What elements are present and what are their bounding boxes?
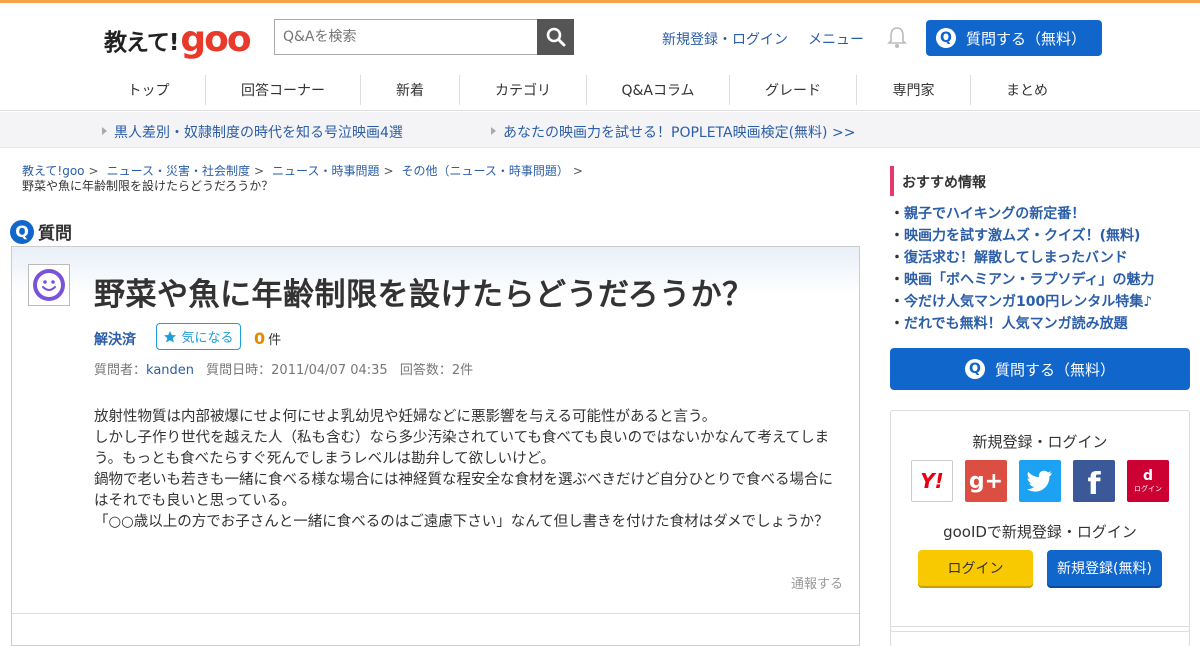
- recommend-item[interactable]: 今だけ人気マンガ100円レンタル特集♪: [890, 291, 1190, 313]
- facebook-login-button[interactable]: f: [1073, 460, 1115, 502]
- docomo-login-button[interactable]: d ログイン: [1127, 460, 1169, 502]
- recommend-item[interactable]: だれでも無料！人気マンガ読み放題: [890, 313, 1190, 335]
- nav-expert[interactable]: 専門家: [857, 75, 971, 105]
- question-title: 野菜や魚に年齢制限を設けたらどうだろうか？: [94, 277, 754, 313]
- yahoo-login-button[interactable]: Y!: [911, 460, 953, 502]
- star-icon: [164, 330, 177, 342]
- question-q-icon: Q: [10, 219, 34, 244]
- question-q-icon: Q: [964, 359, 985, 379]
- gooid-login-text: gooIDで新規登録・ログイン: [943, 523, 1137, 541]
- nav-matome[interactable]: まとめ: [971, 75, 1083, 105]
- question-meta: 質問者：kanden 質問日時：2011/04/07 04:35 回答数：2件: [94, 359, 473, 378]
- recommend-list: 親子でハイキングの新定番！ 映画力を試す激ムズ・クイズ！(無料) 復活求む！解散…: [890, 203, 1190, 335]
- answer-count: 回答数：2件: [399, 363, 474, 378]
- nav-new[interactable]: 新着: [361, 75, 460, 105]
- breadcrumb-separator: >: [383, 164, 394, 178]
- ask-question-label: 質問する（無料）: [966, 29, 1087, 48]
- favorite-button[interactable]: 気になる: [156, 323, 241, 350]
- site-logo[interactable]: 教えて! goo: [104, 17, 252, 60]
- question-card: 野菜や魚に年齢制限を設けたらどうだろうか？ 解決済 気になる 0件 質問者：ka…: [11, 246, 860, 646]
- favorite-label: 気になる: [181, 331, 234, 346]
- twitter-icon: [1027, 470, 1052, 492]
- breadcrumb-link[interactable]: ニュース・災害・社会制度: [107, 164, 250, 178]
- google-plus-icon: g+: [968, 468, 1004, 494]
- question-q-icon: Q: [936, 28, 956, 48]
- twitter-login-button[interactable]: [1019, 460, 1061, 502]
- breadcrumb-link[interactable]: 教えて!goo: [22, 164, 85, 178]
- sidebar-next-box: [890, 626, 1190, 646]
- site-header: 教えて! goo 新規登録・ログイン メニュー Q 質問する（無料） トップ 回…: [0, 3, 1200, 111]
- recommend-item[interactable]: 映画力を試す激ムズ・クイズ！(無料): [890, 225, 1190, 247]
- bell-icon[interactable]: [886, 25, 908, 49]
- breadcrumb-current: 野菜や魚に年齢制限を設けたらどうだろうか？: [22, 179, 274, 193]
- recommend-item[interactable]: 復活求む！解散してしまったバンド: [890, 247, 1190, 269]
- promo-link-1[interactable]: 黒人差別・奴隷制度の時代を知る号泣映画4選: [102, 122, 403, 142]
- breadcrumb-separator: >: [88, 164, 99, 178]
- breadcrumb-separator: >: [253, 164, 265, 178]
- nav-qa-column[interactable]: Q&Aコラム: [587, 75, 730, 105]
- docomo-icon: d: [1142, 468, 1154, 484]
- promo-link-2[interactable]: あなたの映画力を試せる！POPLETA映画検定(無料) >>: [491, 122, 855, 142]
- avatar[interactable]: [28, 264, 70, 306]
- breadcrumb-separator: >: [572, 164, 583, 178]
- sidebar-ask-label: 質問する（無料）: [994, 360, 1115, 379]
- login-box: 新規登録・ログイン Y! g+ f d ログイン gooIDで新規登録・ログイン…: [890, 410, 1190, 632]
- promo-bar: 黒人差別・奴隷制度の時代を知る号泣映画4選 あなたの映画力を試せる！POPLET…: [0, 112, 1200, 148]
- recommend-item[interactable]: 親子でハイキングの新定番！: [890, 203, 1190, 225]
- recommend-title: おすすめ情報: [890, 166, 1190, 196]
- asker-label: 質問者：: [94, 363, 147, 378]
- question-section-label: Q 質問: [10, 219, 72, 244]
- asker-link[interactable]: kanden: [146, 363, 194, 378]
- favorite-count-number: 0: [254, 329, 266, 348]
- breadcrumb-link[interactable]: その他（ニュース・時事問題）: [402, 164, 569, 178]
- main-nav: トップ 回答コーナー 新着 カテゴリ Q&Aコラム グレード 専門家 まとめ: [92, 75, 1083, 105]
- nav-top[interactable]: トップ: [92, 75, 206, 105]
- question-date: 質問日時：2011/04/07 04:35: [206, 363, 388, 378]
- docomo-login-label: ログイン: [1134, 485, 1162, 493]
- ask-question-button[interactable]: Q 質問する（無料）: [926, 20, 1102, 56]
- smiley-avatar-icon: [33, 269, 65, 301]
- nav-answer-corner[interactable]: 回答コーナー: [206, 75, 361, 105]
- favorite-count: 0件: [254, 329, 281, 348]
- recommend-item[interactable]: 映画「ボヘミアン・ラプソディ」の魅力: [890, 269, 1190, 291]
- logo-brand: goo: [180, 19, 251, 60]
- search-input[interactable]: [274, 19, 538, 55]
- question-body: 放射性物質は内部被爆にせよ何にせよ乳幼児や妊婦などに悪影響を与える可能性があると…: [94, 409, 834, 530]
- sidebar-ask-button[interactable]: Q 質問する（無料）: [890, 348, 1190, 390]
- google-plus-login-button[interactable]: g+: [965, 460, 1007, 502]
- favorite-count-unit: 件: [268, 333, 282, 348]
- login-box-title: 新規登録・ログイン: [972, 433, 1108, 451]
- facebook-icon: f: [1087, 467, 1101, 502]
- logo-text: 教えて!: [104, 30, 179, 56]
- nav-grade[interactable]: グレード: [730, 75, 857, 105]
- divider: [12, 613, 859, 614]
- menu-link[interactable]: メニュー: [808, 29, 864, 49]
- register-login-link[interactable]: 新規登録・ログイン: [662, 29, 788, 49]
- question-section-text: 質問: [38, 224, 72, 244]
- breadcrumb: 教えて!goo > ニュース・災害・社会制度 > ニュース・時事問題 > その他（ニュース・…: [22, 164, 642, 194]
- report-link[interactable]: 通報する: [791, 573, 843, 592]
- search-icon: [546, 27, 565, 47]
- login-button[interactable]: ログイン: [918, 550, 1033, 586]
- nav-category[interactable]: カテゴリ: [460, 75, 587, 105]
- yahoo-icon: Y!: [920, 469, 944, 493]
- register-button[interactable]: 新規登録(無料): [1047, 550, 1162, 586]
- breadcrumb-link[interactable]: ニュース・時事問題: [272, 164, 379, 178]
- resolved-status: 解決済: [94, 332, 136, 348]
- social-login-buttons: Y! g+ f d ログイン: [911, 460, 1181, 502]
- search-button[interactable]: [537, 19, 574, 55]
